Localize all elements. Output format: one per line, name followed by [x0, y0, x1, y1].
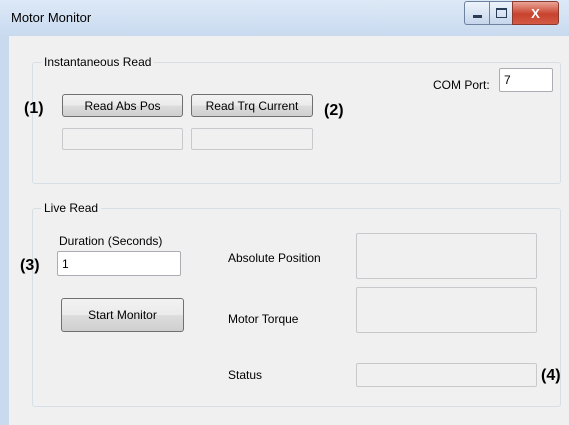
annotation-marker-3: (3) — [20, 257, 40, 274]
duration-label: Duration (Seconds) — [59, 234, 163, 248]
close-icon: X — [531, 5, 540, 21]
motor-torque-output — [356, 287, 537, 333]
com-port-input[interactable] — [499, 68, 553, 92]
duration-input[interactable] — [57, 251, 181, 276]
abs-pos-output — [62, 128, 183, 150]
title-bar[interactable]: Motor Monitor X — [0, 0, 569, 36]
start-monitor-button[interactable]: Start Monitor — [61, 298, 184, 332]
read-abs-pos-label: Read Abs Pos — [84, 98, 161, 113]
close-button[interactable]: X — [512, 1, 559, 25]
instantaneous-read-legend: Instantaneous Read — [41, 55, 155, 69]
read-trq-current-label: Read Trq Current — [205, 98, 299, 113]
trq-current-output — [191, 128, 313, 150]
motor-torque-label: Motor Torque — [228, 312, 299, 326]
read-abs-pos-button[interactable]: Read Abs Pos — [62, 94, 183, 117]
live-read-legend: Live Read — [41, 201, 102, 215]
com-port-label: COM Port: — [433, 78, 490, 92]
read-trq-current-button[interactable]: Read Trq Current — [191, 94, 313, 117]
minimize-button[interactable] — [464, 1, 489, 25]
window-client-area: Instantaneous Read COM Port: Read Abs Po… — [9, 36, 569, 425]
start-monitor-label: Start Monitor — [88, 308, 157, 322]
status-label: Status — [228, 368, 263, 382]
minimize-icon — [472, 15, 482, 18]
maximize-icon — [495, 8, 507, 18]
absolute-position-label: Absolute Position — [228, 251, 321, 265]
annotation-marker-2: (2) — [324, 102, 344, 119]
status-output — [356, 363, 537, 387]
absolute-position-output — [356, 233, 537, 279]
window-left-edge — [0, 0, 9, 425]
window-title: Motor Monitor — [11, 10, 92, 25]
annotation-marker-4: (4) — [541, 367, 561, 384]
annotation-marker-1: (1) — [24, 100, 44, 117]
maximize-button[interactable] — [489, 1, 512, 25]
